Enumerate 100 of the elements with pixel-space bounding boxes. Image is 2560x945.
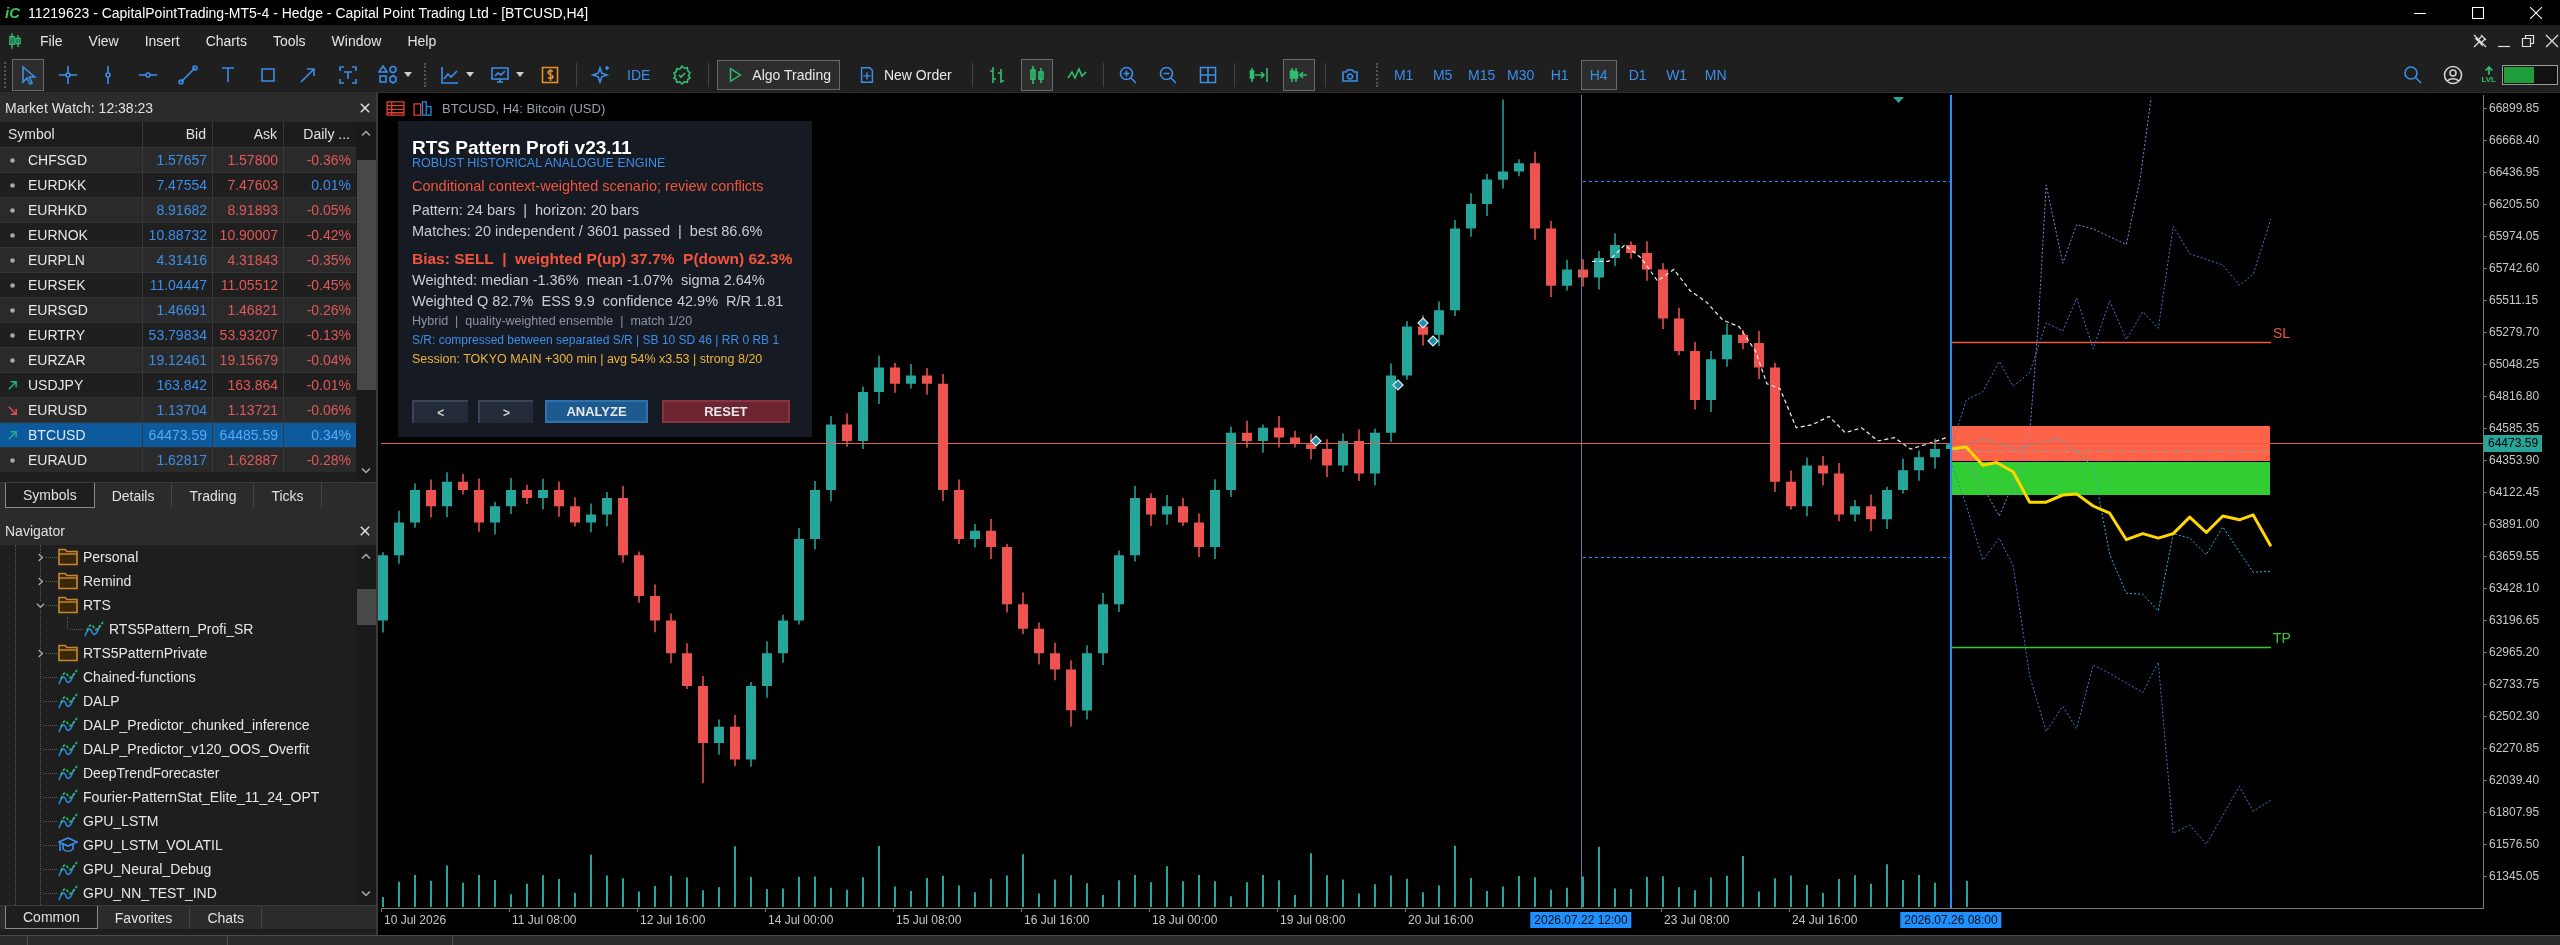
symbol-cell-text: EURSEK (28, 277, 87, 293)
maximize-icon[interactable] (2472, 6, 2484, 19)
columns-icon[interactable] (413, 101, 432, 116)
tree-item[interactable]: RTS5Pattern_Profi_SR (109, 621, 254, 637)
symbol-row[interactable]: EURNOK 10.88732 10.90007 -0.42% (0, 222, 356, 247)
restore-icon[interactable] (2521, 34, 2535, 48)
panel-tab[interactable]: Chats (190, 906, 262, 929)
chevron-up-icon[interactable] (361, 130, 371, 136)
tree-item[interactable]: GPU_LSTM (83, 813, 159, 829)
timeframe-tab[interactable]: H4 (1580, 59, 1617, 90)
chevron-right-icon[interactable] (35, 552, 45, 562)
timeframe-tab[interactable]: H1 (1541, 59, 1578, 90)
menu-item[interactable]: Help (394, 33, 450, 49)
timeframe-tab[interactable]: M15 (1463, 59, 1500, 90)
panel-tab[interactable]: Favorites (97, 906, 191, 929)
scrollbar-thumb[interactable] (356, 160, 376, 390)
caret-icon[interactable] (516, 72, 524, 77)
scrollbar-thumb[interactable] (356, 589, 376, 625)
close-icon[interactable] (360, 102, 370, 113)
algo-trading-button[interactable]: Algo Trading (717, 59, 840, 90)
panel-tab[interactable]: Symbols (5, 483, 95, 508)
symbol-row[interactable]: EURZAR 19.12461 19.15679 -0.04% (0, 347, 356, 372)
tree-item[interactable]: RTS (83, 597, 111, 613)
menu-item[interactable]: Insert (131, 33, 193, 49)
tree-item[interactable]: RTS5PatternPrivate (83, 645, 208, 661)
tree-item[interactable]: DeepTrendForecaster (83, 765, 220, 781)
chevron-down-icon[interactable] (361, 891, 371, 897)
next-button[interactable]: > (477, 400, 534, 423)
price-axis-label: 61576.50 (2489, 836, 2540, 852)
menu-item[interactable]: View (75, 33, 132, 49)
bid-cell: 1.62817 (142, 448, 212, 472)
menu-item[interactable]: Window (318, 33, 395, 49)
caret-icon[interactable] (466, 72, 474, 77)
symbol-row[interactable]: EURSGD 1.46691 1.46821 -0.26% (0, 297, 356, 322)
symbol-row[interactable]: EURAUD 1.62817 1.62887 -0.28% (0, 447, 356, 472)
support-resistance-text: S/R: compressed between separated S/R | SB 10 SD 46 | RR 0 RB 1 (412, 332, 781, 349)
symbol-row[interactable]: CHFSGD 1.57657 1.57800 -0.36% (0, 147, 356, 172)
timeframe-tab[interactable]: M5 (1424, 59, 1461, 90)
close-icon[interactable] (2545, 34, 2559, 48)
menu-item[interactable]: Charts (192, 33, 260, 49)
column-header[interactable]: Symbol (0, 122, 142, 147)
timeframe-tab[interactable]: D1 (1619, 59, 1656, 90)
close-icon[interactable] (360, 525, 370, 536)
symbol-row[interactable]: EURPLN 4.31416 4.31843 -0.35% (0, 247, 356, 272)
timeframe-tab[interactable]: M30 (1502, 59, 1539, 90)
menu-item[interactable]: Tools (259, 33, 319, 49)
timeframe-tab[interactable]: MN (1697, 59, 1734, 90)
price-axis-label: 62502.30 (2489, 708, 2540, 724)
stop-loss-line[interactable] (1950, 341, 2272, 344)
menu-item[interactable]: File (27, 33, 76, 49)
tree-item[interactable]: GPU_NN_TEST_IND (83, 885, 217, 901)
list-icon[interactable] (386, 101, 405, 116)
analyze-button[interactable]: ANALYZE (545, 400, 648, 423)
new-order-button[interactable]: New Order (848, 59, 961, 90)
price-axis-label: 62039.40 (2489, 772, 2540, 788)
scrollbar-track[interactable] (356, 545, 376, 905)
panel-subtitle: ROBUST HISTORICAL ANALOGUE ENGINE (412, 157, 667, 170)
chevron-right-icon[interactable] (35, 648, 45, 658)
tree-item[interactable]: Chained-functions (83, 669, 196, 685)
warning-text: Conditional context-weighted scenario; review conflicts (412, 177, 765, 196)
candlestick-icon[interactable] (1020, 58, 1053, 91)
tree-item[interactable]: Fourier-PatternStat_Elite_11_24_OPT (83, 789, 320, 805)
chevron-down-icon[interactable] (361, 468, 371, 474)
tree-item[interactable]: Personal (83, 549, 139, 565)
tree-item[interactable]: DALP_Predictor_chunked_inference (83, 717, 310, 733)
pin-icon[interactable] (2473, 34, 2487, 48)
price-axis-label: 66668.40 (2489, 132, 2540, 148)
take-profit-line[interactable] (1950, 646, 2272, 649)
tree-item[interactable]: GPU_Neural_Debug (83, 861, 212, 877)
symbol-row[interactable]: EURSEK 11.04447 11.05512 -0.45% (0, 272, 356, 297)
symbol-row[interactable]: EURUSD 1.13704 1.13721 -0.06% (0, 397, 356, 422)
symbol-cell-text: EURTRY (28, 327, 87, 343)
timeframe-tab[interactable]: W1 (1658, 59, 1695, 90)
chevron-down-icon[interactable] (35, 600, 45, 610)
tree-item[interactable]: Remind (83, 573, 132, 589)
timeframe-tab[interactable]: M1 (1385, 59, 1422, 90)
symbol-row[interactable]: EURHKD 8.91682 8.91893 -0.05% (0, 197, 356, 222)
tree-item[interactable]: DALP (83, 693, 120, 709)
symbol-cell-text: EURDKK (28, 177, 88, 193)
up-arrow-icon[interactable] (2482, 65, 2495, 75)
symbol-row[interactable]: EURTRY 53.79834 53.93207 -0.13% (0, 322, 356, 347)
tree-item[interactable]: DALP_Predictor_v120_OOS_Overfit (83, 741, 310, 757)
symbol-row[interactable]: BTCUSD 64473.59 64485.59 0.34% (0, 422, 356, 447)
chevron-up-icon[interactable] (361, 553, 371, 559)
symbol-cell-text: EURAUD (28, 452, 89, 468)
ask-cell: 1.62887 (212, 448, 283, 472)
scrollbar-track[interactable] (356, 122, 376, 482)
symbol-row[interactable]: EURDKK 7.47554 7.47603 0.01% (0, 172, 356, 197)
ide-button[interactable]: IDE (625, 62, 653, 87)
previous-button[interactable]: < (412, 400, 468, 423)
triangle-marker-icon (1893, 97, 1904, 103)
price-axis-label: 64585.35 (2489, 420, 2540, 436)
symbol-row[interactable]: USDJPY 163.842 163.864 -0.01% (0, 372, 356, 397)
time-marker-line[interactable] (1581, 94, 1582, 909)
panel-tab[interactable]: Common (5, 906, 98, 929)
chevron-right-icon[interactable] (35, 576, 45, 586)
tree-item[interactable]: GPU_LSTM_VOLATIL (83, 837, 223, 853)
time-marker-line[interactable] (1950, 94, 1952, 909)
reset-button[interactable]: RESET (661, 400, 790, 423)
caret-icon[interactable] (404, 72, 412, 77)
